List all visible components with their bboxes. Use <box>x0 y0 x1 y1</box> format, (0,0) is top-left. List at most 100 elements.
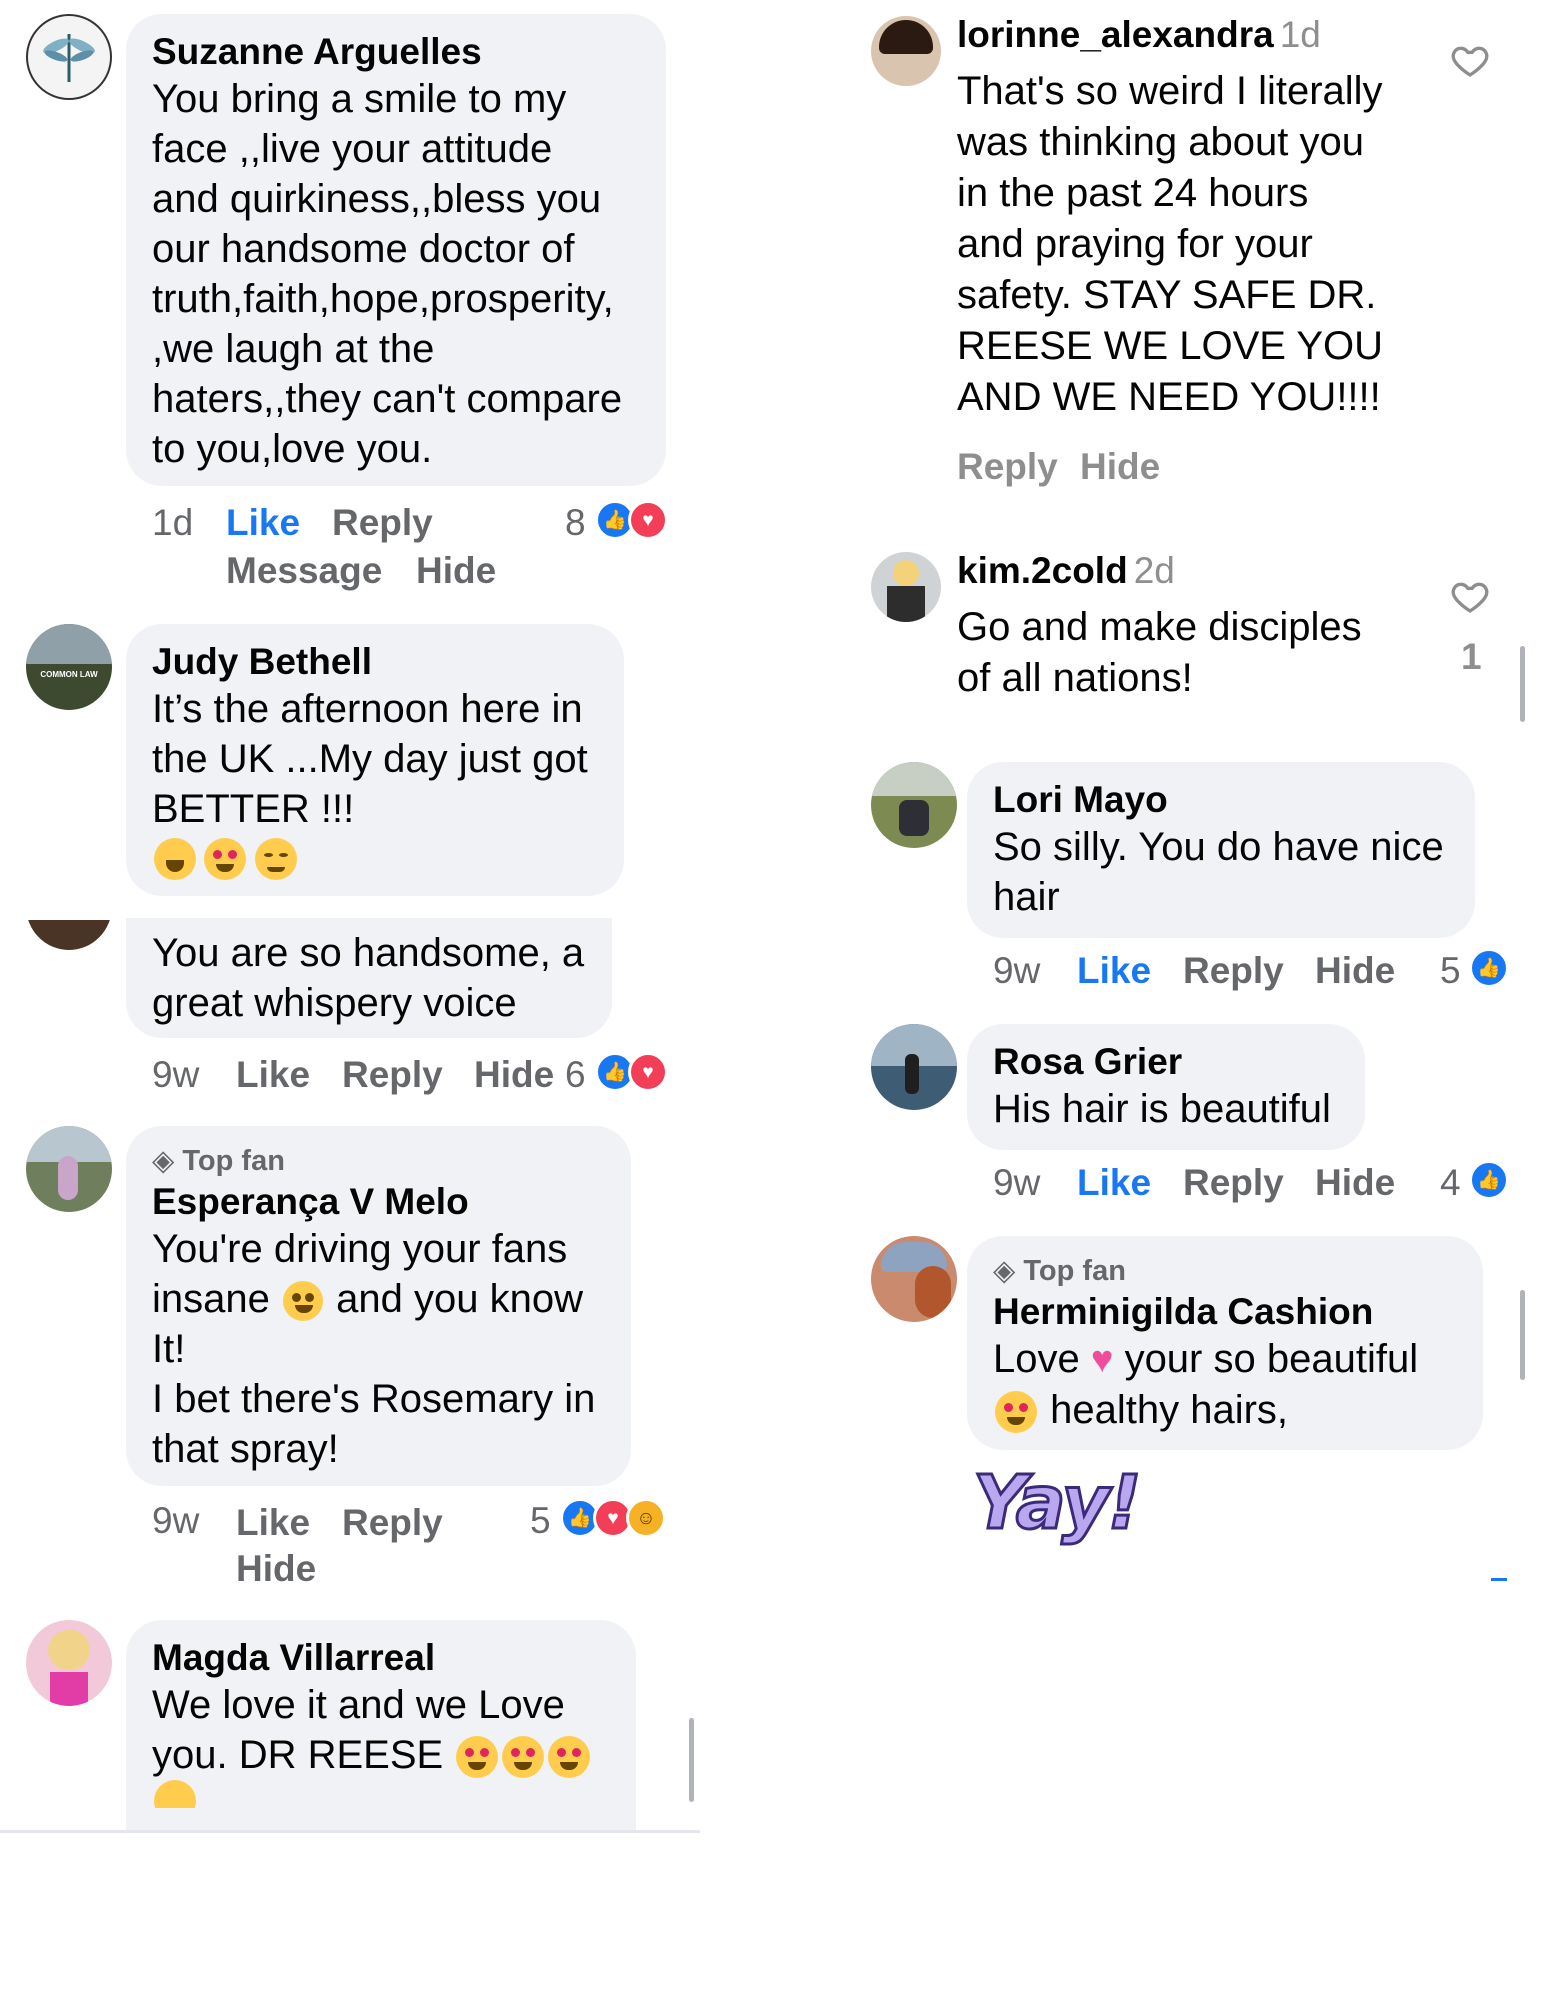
heart-eyes-emoji-icon <box>995 1391 1037 1434</box>
heart-outline-icon[interactable] <box>1450 40 1490 80</box>
scrollbar[interactable] <box>1520 646 1525 722</box>
comment-author[interactable]: kim.2cold <box>957 550 1128 591</box>
heart-outline-icon[interactable] <box>1450 576 1490 616</box>
avatar-figure-body <box>887 586 925 622</box>
diamond-icon: ◈ <box>993 1255 1016 1287</box>
ig-comment-body: Go and make disciples of all nations! <box>957 602 1362 704</box>
comment-text-line: face ,,live your attitude <box>152 127 553 171</box>
message-button[interactable]: Message <box>226 550 382 592</box>
avatar-magda[interactable] <box>26 1620 112 1706</box>
diamond-icon: ◈ <box>152 1145 175 1177</box>
heart-eyes-emoji-icon <box>502 1736 545 1779</box>
comment-author[interactable]: Herminigilda Cashion <box>993 1290 1457 1334</box>
reply-button[interactable]: Reply <box>957 446 1058 488</box>
avatar-person <box>58 1156 78 1200</box>
reply-button[interactable]: Reply <box>342 1502 443 1544</box>
reply-button[interactable]: Reply <box>1183 950 1284 992</box>
avatar-outfit <box>50 1672 88 1706</box>
comment-author[interactable]: Esperança V Melo <box>152 1180 605 1224</box>
right-comment-panel: lorinne_alexandra 1d That's so weird I li… <box>845 0 1545 1600</box>
avatar-judy[interactable]: COMMON LAW <box>26 624 112 710</box>
hide-button[interactable]: Hide <box>236 1548 316 1590</box>
comment-timestamp: 9w <box>993 1162 1041 1203</box>
comment-text-line: was thinking about you <box>957 120 1364 164</box>
avatar-esperanca[interactable] <box>26 1126 112 1212</box>
like-button[interactable]: Like <box>1077 1162 1151 1204</box>
avatar-lorinne[interactable] <box>871 16 941 86</box>
comment-text-line: of all nations! <box>957 656 1193 700</box>
like-reaction-icon: 👍 <box>1469 948 1509 988</box>
comment-text-line: in the past 24 hours <box>957 171 1309 215</box>
comment-text-line: That's so weird I literally <box>957 69 1383 113</box>
comment-text-line: great whispery voice <box>152 981 517 1025</box>
comment-text-line: AND WE NEED YOU!!!! <box>957 375 1381 419</box>
comment-text-line: insane and you know <box>152 1277 583 1322</box>
comment-timestamp: 9w <box>993 950 1041 991</box>
hide-button[interactable]: Hide <box>1315 1162 1395 1204</box>
top-fan-badge: ◈ Top fan <box>152 1145 285 1177</box>
avatar-rosa[interactable] <box>871 1024 957 1110</box>
comment-timestamp: 9w <box>152 1054 200 1095</box>
two-hearts-icon: ♥ <box>1090 1339 1114 1381</box>
comment-text-line: and praying for your <box>957 222 1313 266</box>
scrollbar[interactable] <box>689 1718 694 1802</box>
comment-text-line: BETTER !!! <box>152 787 355 831</box>
comment-author[interactable]: Magda Villarreal <box>152 1636 610 1680</box>
like-button[interactable]: Like <box>236 1502 310 1544</box>
left-comment-panel: Suzanne Arguelles You bring a smile to m… <box>0 0 700 1833</box>
comment-bubble: Judy Bethell It’s the afternoon here in … <box>126 624 624 896</box>
yay-sticker[interactable]: Yay! <box>971 1459 1142 1548</box>
reaction-count[interactable]: 6 <box>565 1054 586 1096</box>
avatar-person <box>905 1054 919 1094</box>
avatar-herminigilda[interactable] <box>871 1236 957 1322</box>
comment-timestamp: 9w <box>152 1500 200 1541</box>
avatar-figure <box>893 560 919 586</box>
avatar-sky <box>871 762 957 796</box>
hide-button[interactable]: Hide <box>416 550 496 592</box>
comment-bubble: ◈ Top fan Herminigilda Cashion Love ♥ yo… <box>967 1236 1483 1450</box>
avatar-partial[interactable] <box>26 920 112 950</box>
comment-text-line: Love ♥ your so beautiful <box>993 1337 1419 1381</box>
haha-reaction-icon: ☺ <box>626 1498 666 1538</box>
like-button[interactable]: Like <box>226 502 300 544</box>
like-button[interactable]: Like <box>1077 950 1151 992</box>
avatar-suzanne[interactable] <box>26 14 112 100</box>
avatar-people <box>899 800 929 836</box>
love-reaction-icon: ♥ <box>628 1052 668 1092</box>
reply-button[interactable]: Reply <box>1183 1162 1284 1204</box>
reaction-count[interactable]: 5 <box>1440 950 1461 992</box>
comment-author[interactable]: Rosa Grier <box>993 1040 1339 1084</box>
comment-timestamp: 1d <box>152 502 194 543</box>
sticker-text: Yay! <box>971 1459 1142 1548</box>
hide-button[interactable]: Hide <box>474 1054 554 1096</box>
clipped-reply-row <box>957 734 1097 740</box>
comment-text-line: You are so handsome, a <box>152 931 585 975</box>
comment-author[interactable]: Lori Mayo <box>993 778 1449 822</box>
comment-text-line: You bring a smile to my <box>152 77 567 121</box>
avatar-kim[interactable] <box>871 552 941 622</box>
comment-text-line: you. DR REESE <box>152 1730 610 1780</box>
reply-button[interactable]: Reply <box>332 502 433 544</box>
comment-author[interactable]: lorinne_alexandra <box>957 14 1274 55</box>
like-button[interactable]: Like <box>236 1054 310 1096</box>
hide-button[interactable]: Hide <box>1315 950 1395 992</box>
comment-text-line: to you,love you. <box>152 427 433 471</box>
bottom-divider <box>0 1830 700 1833</box>
avatar-lori[interactable] <box>871 762 957 848</box>
reply-button[interactable]: Reply <box>342 1054 443 1096</box>
reaction-count[interactable]: 8 <box>565 502 586 544</box>
comment-author[interactable]: Judy Bethell <box>152 640 598 684</box>
comment-text-line: and quirkiness,,bless you <box>152 177 602 221</box>
like-reaction-icon: 👍 <box>1469 1160 1509 1200</box>
emoji-row <box>152 1780 610 1808</box>
hide-button[interactable]: Hide <box>1080 446 1160 488</box>
dragonfly-icon <box>43 34 95 82</box>
comment-author[interactable]: Suzanne Arguelles <box>152 30 640 74</box>
comment-text-line: His hair is beautiful <box>993 1087 1331 1131</box>
scrollbar[interactable] <box>1520 1290 1525 1380</box>
smiling-hearts-emoji-icon <box>154 1780 196 1808</box>
like-count: 1 <box>1461 636 1482 677</box>
reaction-count[interactable]: 5 <box>530 1500 551 1542</box>
reaction-count[interactable]: 4 <box>1440 1162 1461 1204</box>
comment-text-line: truth,faith,hope,prosperity, <box>152 277 614 321</box>
